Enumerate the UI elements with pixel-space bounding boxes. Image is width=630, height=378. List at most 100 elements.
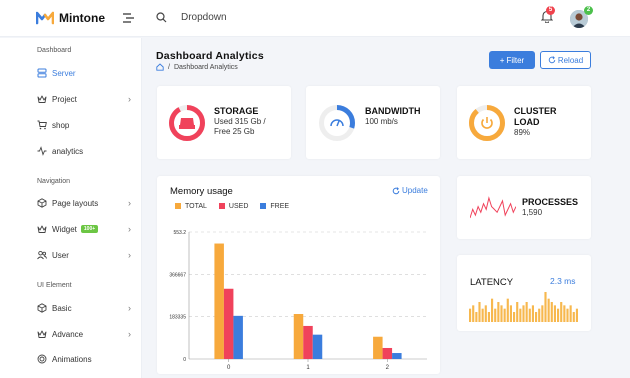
bandwidth-progress-ring: [319, 105, 355, 141]
latency-bar: [484, 305, 487, 322]
storage-progress-ring: [169, 105, 205, 141]
chevron-right-icon: ›: [128, 303, 131, 313]
latency-bar: [487, 312, 490, 322]
home-icon[interactable]: [156, 63, 164, 71]
latency-bar: [506, 298, 509, 322]
latency-bar: [553, 305, 556, 322]
latency-bar: [516, 302, 519, 322]
latency-bar: [478, 302, 481, 322]
section-navigation: Navigation: [37, 178, 71, 185]
sidebar-item-page-layouts[interactable]: Page layouts ›: [37, 196, 135, 210]
cluster-title-1: CLUSTER: [514, 106, 557, 116]
sidebar-item-label: Widget: [52, 224, 77, 234]
latency-bar: [563, 305, 566, 322]
breadcrumb-current: Dashboard Analytics: [173, 63, 238, 71]
update-label: Update: [402, 186, 428, 195]
latency-bar: [522, 305, 525, 322]
legend-item-total[interactable]: TOTAL: [175, 203, 207, 210]
sparkline-line: [470, 196, 516, 219]
latency-bar: [500, 305, 503, 322]
cluster-title-2: LOAD: [514, 117, 540, 127]
count-tag: 100+: [80, 225, 99, 233]
target-icon: [37, 354, 47, 364]
latency-bar: [544, 292, 547, 322]
notification-badge: 5: [546, 6, 555, 15]
cart-icon: [37, 120, 47, 130]
latency-bar: [475, 312, 478, 322]
latency-bar: [569, 305, 572, 322]
latency-bar: [497, 302, 500, 322]
sidebar-item-label: Project: [52, 94, 77, 104]
search-icon[interactable]: [156, 12, 167, 23]
legend-item-free[interactable]: FREE: [260, 203, 289, 210]
sidebar-item-animations[interactable]: Animations: [37, 352, 135, 366]
latency-bar: [519, 308, 522, 322]
sidebar-item-advance[interactable]: Advance ›: [37, 327, 135, 341]
filter-button[interactable]: + Filter: [489, 51, 535, 69]
chevron-right-icon: ›: [128, 224, 131, 234]
chevron-right-icon: ›: [128, 250, 131, 260]
reload-button[interactable]: Reload: [540, 51, 591, 69]
crown-icon: [37, 95, 47, 103]
pulse-icon: [37, 146, 47, 156]
box-icon: [37, 303, 47, 313]
bar-total-2: [373, 336, 383, 359]
search-input[interactable]: Dropdown: [181, 12, 227, 23]
bar-total-1: [293, 314, 304, 359]
latency-bar: [491, 298, 494, 322]
latency-bars: [469, 292, 578, 322]
bandwidth-value: 100 mb/s: [365, 117, 398, 126]
sidebar-item-label: Basic: [52, 303, 72, 313]
storage-free: Free 25 Gb: [214, 127, 255, 136]
latency-title: LATENCY: [470, 277, 514, 288]
storage-used: Used 315 Gb /: [214, 117, 266, 126]
latency-bar: [469, 308, 472, 322]
refresh-icon: [548, 56, 556, 64]
sidebar-item-user[interactable]: User ›: [37, 248, 135, 262]
latency-bar: [575, 308, 578, 322]
latency-bar: [531, 305, 534, 322]
cluster-value: 89%: [514, 128, 531, 137]
sidebar-item-project[interactable]: Project ›: [37, 92, 135, 106]
latency-bar: [566, 308, 569, 322]
bar-free-0: [233, 315, 243, 359]
menu-toggle-icon[interactable]: [123, 13, 134, 23]
latency-bar: [472, 305, 475, 322]
plus-icon: +: [499, 55, 505, 65]
x-tick-label: 1: [306, 365, 310, 371]
chart-legend: TOTAL USED FREE: [175, 203, 289, 210]
reload-label: Reload: [557, 55, 584, 65]
latency-bar: [525, 302, 528, 322]
latency-bar: [550, 302, 553, 322]
breadcrumb: / Dashboard Analytics: [156, 63, 238, 71]
sidebar-item-analytics[interactable]: analytics: [37, 144, 135, 158]
server-icon: [37, 68, 47, 78]
top-bar: Mintone Dropdown 5 2: [0, 0, 630, 37]
storage-title: STORAGE: [214, 106, 259, 116]
y-tick-label: 0: [183, 357, 186, 363]
latency-bar: [538, 308, 541, 322]
profile-badge: 2: [584, 6, 593, 15]
sidebar-item-basic[interactable]: Basic ›: [37, 301, 135, 315]
legend-item-used[interactable]: USED: [218, 203, 248, 210]
box-icon: [37, 198, 47, 208]
chevron-right-icon: ›: [128, 94, 131, 104]
latency-bar: [541, 305, 544, 322]
latency-bar: [528, 308, 531, 322]
latency-bar: [503, 308, 506, 322]
bar-free-1: [312, 334, 323, 359]
y-tick-label: 553.2: [173, 230, 186, 236]
update-button[interactable]: Update: [392, 186, 428, 195]
sidebar-item-widget[interactable]: Widget 100+ ›: [37, 222, 135, 236]
latency-bar: [557, 308, 560, 322]
y-tick-label: 183335: [169, 315, 186, 321]
filter-label: Filter: [506, 55, 525, 65]
x-tick-label: 2: [386, 365, 390, 371]
logo[interactable]: Mintone: [36, 11, 105, 25]
sidebar-item-shop[interactable]: shop: [37, 118, 135, 132]
crown-icon: [37, 330, 47, 338]
sidebar-item-server[interactable]: Server: [37, 66, 135, 80]
logo-icon: [36, 11, 54, 25]
cluster-progress-ring: [469, 105, 505, 141]
latency-bar: [513, 312, 516, 322]
